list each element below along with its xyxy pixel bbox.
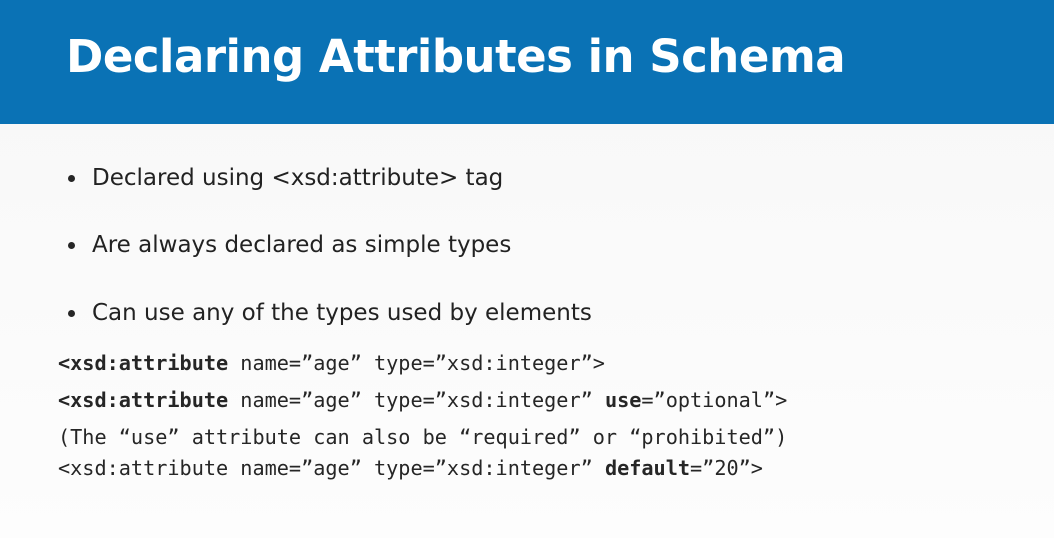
code-text: name=”age” type=”xsd:integer”> (228, 351, 605, 375)
code-line-attribute-basic: <xsd:attribute name=”age” type=”xsd:inte… (58, 351, 605, 375)
slide: Declaring Attributes in Schema Declared … (0, 0, 1054, 538)
slide-title: Declaring Attributes in Schema (66, 30, 846, 83)
code-keyword: <xsd:attribute (58, 388, 229, 412)
code-line-use-note: (The “use” attribute can also be “requir… (58, 425, 788, 449)
bullet-item: Can use any of the types used by element… (66, 296, 592, 330)
code-keyword: default (604, 456, 691, 480)
bullet-dot-icon (68, 241, 75, 249)
bullet-dot-icon (68, 309, 75, 317)
bullet-item: Are always declared as simple types (66, 228, 511, 262)
code-text: =”20”> (690, 456, 763, 480)
bullet-text: Are always declared as simple types (92, 232, 512, 258)
code-text: =”optional”> (641, 388, 788, 412)
code-line-attribute-default: <xsd:attribute name=”age” type=”xsd:inte… (58, 456, 763, 480)
code-text: name=”age” type=”xsd:integer” (228, 388, 605, 412)
bullet-text: Declared using <xsd:attribute> tag (92, 165, 504, 191)
title-bar: Declaring Attributes in Schema (0, 0, 1054, 124)
code-keyword: <xsd:attribute (58, 351, 229, 375)
bullet-dot-icon (68, 174, 75, 182)
code-keyword: use (604, 388, 642, 412)
bullet-text: Can use any of the types used by element… (92, 300, 592, 326)
code-text: <xsd:attribute name=”age” type=”xsd:inte… (58, 456, 605, 480)
code-line-attribute-use: <xsd:attribute name=”age” type=”xsd:inte… (58, 388, 787, 412)
bullet-item: Declared using <xsd:attribute> tag (66, 161, 503, 195)
